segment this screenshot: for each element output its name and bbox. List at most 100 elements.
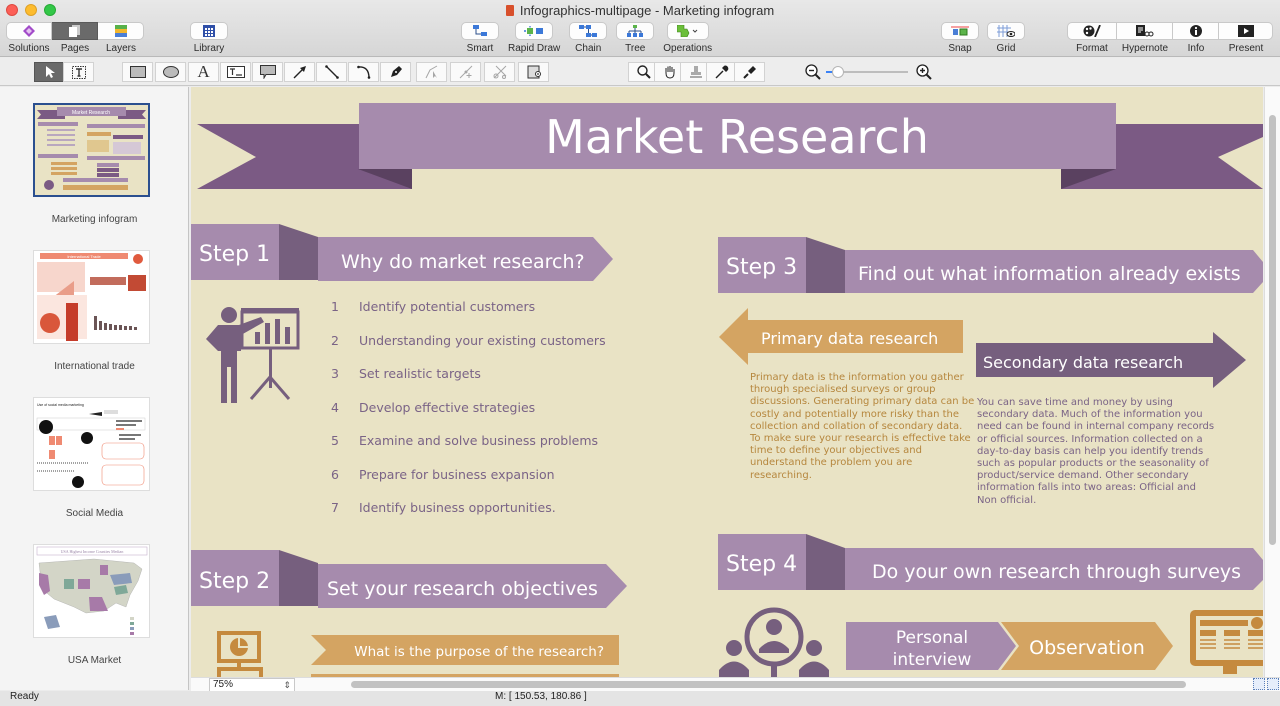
step4-label: Step 4 [726,552,797,577]
observation-chevron: Observation [1001,622,1173,670]
list-item-number: 1 [331,299,339,314]
infographic-title: Market Research [545,110,929,164]
snap-label: Snap [948,43,972,54]
smart-button[interactable]: Smart [461,22,499,54]
zoom-stepper-icon[interactable]: ⇕ [283,679,291,691]
tree-label: Tree [625,43,646,54]
format-painter-tool[interactable] [734,62,765,82]
eyedropper-tool[interactable] [706,62,737,82]
info-button[interactable]: Info [1173,22,1219,54]
magnifier-icon [636,65,651,79]
arrow-tool[interactable] [284,62,315,82]
window-toolbar: Infographics-multipage - Marketing infog… [0,0,1280,57]
vertical-scroll-thumb[interactable] [1269,115,1276,545]
library-label: Library [193,43,225,54]
page-thumbnail-international-trade[interactable]: International Trade [33,250,150,344]
vertical-scrollbar[interactable] [1264,87,1280,677]
list-item: Identify business opportunities. [359,500,556,515]
pages-icon [69,25,80,37]
solutions-button[interactable]: Solutions [6,22,52,54]
text-tool[interactable]: A [188,62,219,82]
snap-button[interactable]: Snap [941,22,979,54]
step3-heading: Find out what information already exists [858,263,1241,285]
arrow-icon [293,66,306,79]
zoom-level-value: 75% [213,679,234,690]
horizontal-scrollbar[interactable]: 75% ⇕ [191,677,1280,692]
zoom-in-icon[interactable] [916,64,932,85]
grid-button[interactable]: Grid [987,22,1025,54]
step4-heading: Do your own research through surveys [872,561,1241,583]
tree-icon [627,25,644,37]
step2-ribbon: Step 2 Set your research objectives [191,550,627,608]
pages-panel: Market Research Marketing infogram Inter… [0,87,189,690]
tree-button[interactable]: Tree [616,22,655,54]
page-label-marketing-infogram[interactable]: Marketing infogram [0,214,189,225]
arc-tool[interactable] [348,62,379,82]
thumb-title: International Trade [67,254,101,259]
zoom-slider-knob[interactable] [832,66,845,78]
page-thumbnail-marketing-infogram[interactable]: Market Research [33,103,150,197]
layers-button[interactable]: Layers [98,22,144,54]
list-item: Set realistic targets [359,366,481,381]
list-item-number: 3 [331,366,339,381]
step3-fold [806,237,845,293]
solutions-icon [23,25,35,37]
horizontal-scroll-thumb[interactable] [351,681,1186,688]
list-item: Prepare for business expansion [359,467,555,482]
list-item-number: 2 [331,333,339,348]
callout-tool[interactable] [252,62,283,82]
page-label-social-media[interactable]: Social Media [0,508,189,519]
chain-button[interactable]: Chain [569,22,608,54]
format-button[interactable]: Format [1067,22,1117,54]
rapid-draw-button[interactable]: Rapid Draw [508,22,560,54]
pointer-arrow-icon [45,65,55,78]
presenter-icon [206,307,300,403]
split-path-tool[interactable] [484,62,515,82]
hypernote-button[interactable]: Hypernote [1117,22,1173,54]
present-button[interactable]: Present [1219,22,1273,54]
page-label-international-trade[interactable]: International trade [0,361,189,372]
line-tool[interactable] [316,62,347,82]
scissors-icon [493,65,506,79]
text-block-tool[interactable] [220,62,251,82]
usa-thumbnail-preview: USA Highest Income Counties Median [34,545,149,637]
pages-button[interactable]: Pages [52,22,98,54]
rectangle-tool[interactable] [122,62,153,82]
select-tool[interactable] [34,62,65,82]
zoom-slider[interactable] [826,66,908,78]
zoom-out-icon[interactable] [805,64,821,85]
thumb-title: Use of social media marketing [37,403,84,407]
fit-to-window-icon[interactable] [1253,678,1265,690]
step2-fold [279,550,318,606]
grid-label: Grid [996,43,1016,54]
page-thumbnail-social-media[interactable]: Use of social media marketing [33,397,150,491]
list-item-number: 4 [331,400,339,415]
step3-ribbon: Step 3 Find out what information already… [718,237,1263,293]
add-point-tool[interactable] [450,62,481,82]
step1-fold [279,224,318,280]
ellipse-icon [162,66,179,78]
edit-points-tool[interactable] [416,62,447,82]
marketing-thumbnail-preview: Market Research [35,105,148,195]
library-button[interactable]: Library [190,22,228,54]
pen-nib-icon [390,66,402,77]
insert-container-tool[interactable] [518,62,549,82]
zoom-level-select[interactable]: 75% ⇕ [209,678,295,692]
hand-icon [665,66,674,79]
observation-label: Observation [1029,637,1145,659]
page-label-usa-market[interactable]: USA Market [0,655,189,666]
snap-grid-group: Snap Grid [941,22,1025,54]
secondary-data-description: You can save time and money by using sec… [977,397,1215,506]
primary-data-label: Primary data research [761,329,938,348]
personal-interview-chevron: Personal interview [846,622,1016,670]
operations-button[interactable]: Operations [663,22,712,54]
page-thumbnail-usa-market[interactable]: USA Highest Income Counties Median [33,544,150,638]
drawing-canvas[interactable]: Market Research Step 1 Why do market res… [191,87,1263,677]
list-item: Develop effective strategies [359,400,536,415]
ellipse-tool[interactable] [155,62,186,82]
callout-icon [259,65,276,79]
pen-tool[interactable] [380,62,411,82]
text-box-select-tool[interactable] [63,62,94,82]
actual-size-icon[interactable] [1267,678,1279,690]
document-icon [505,5,514,16]
